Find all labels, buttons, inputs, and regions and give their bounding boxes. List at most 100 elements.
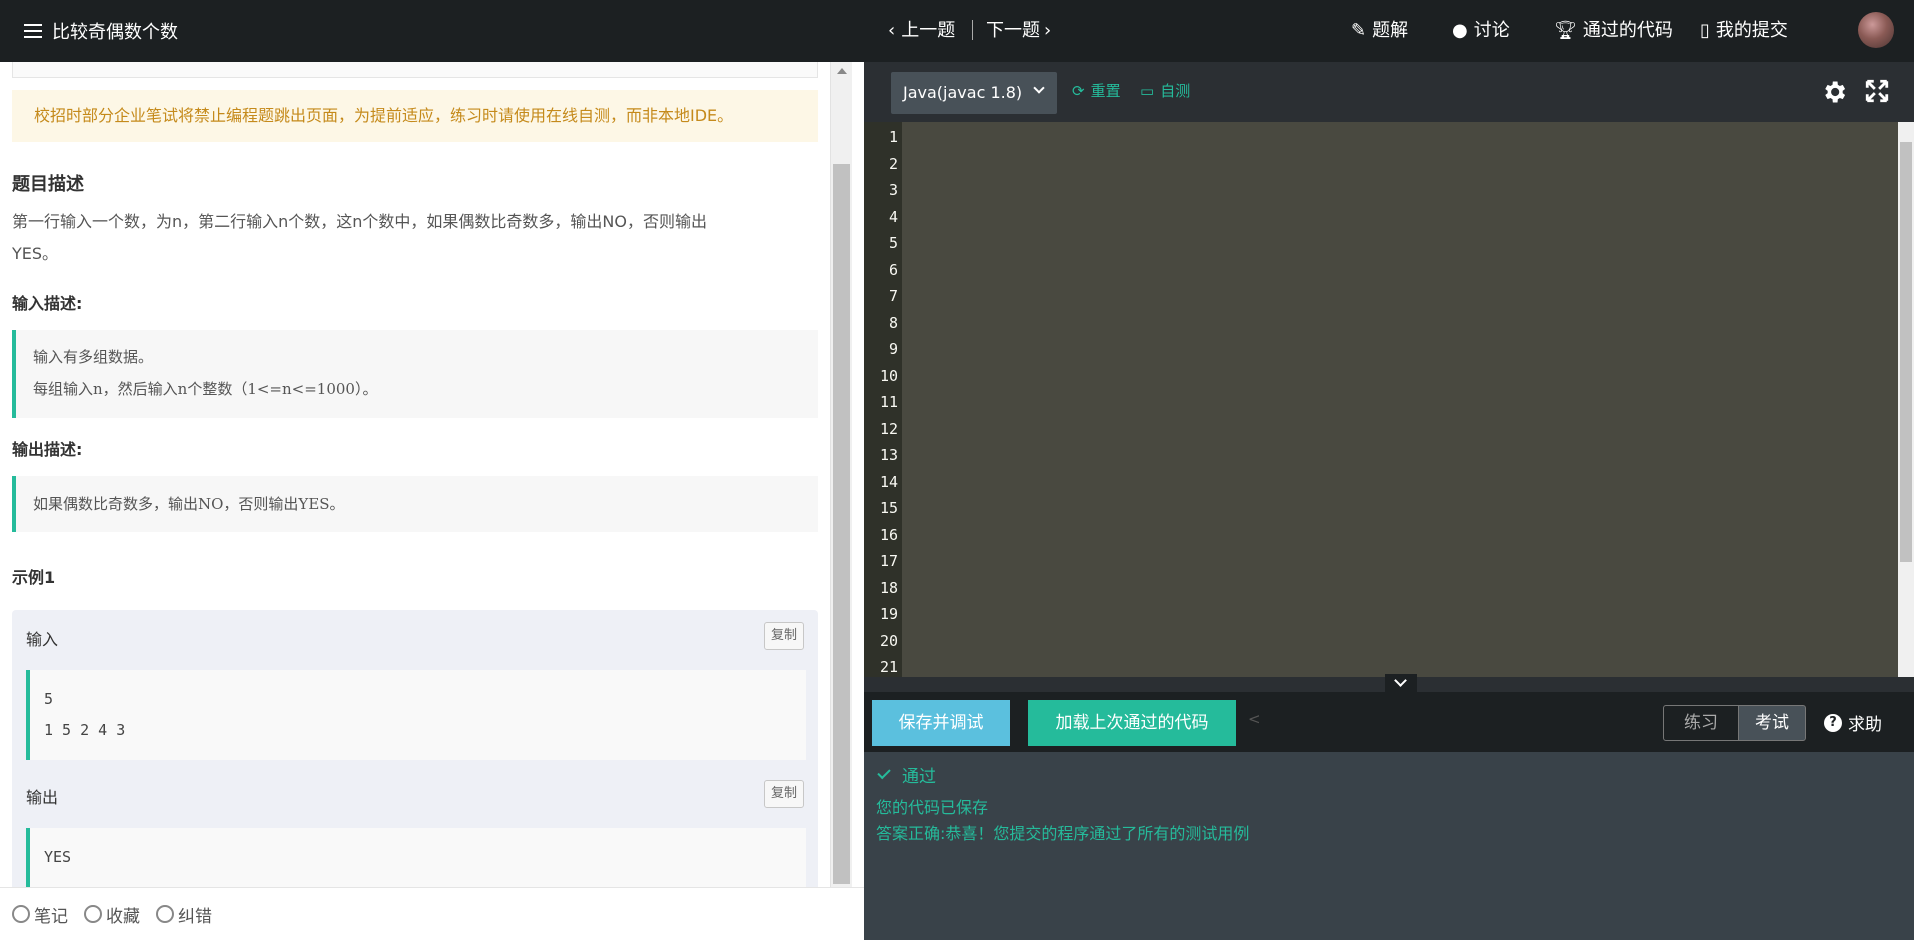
problem-title: 比较奇偶数个数 xyxy=(52,22,178,43)
favorite-button[interactable]: 收藏 xyxy=(84,902,140,927)
line-number: 16 xyxy=(879,525,898,544)
nav-divider xyxy=(972,20,973,40)
line-number: 13 xyxy=(879,446,898,464)
line-number: 6 xyxy=(888,260,898,279)
compass-icon xyxy=(156,905,174,923)
problem-header: 比较奇偶数个数 xyxy=(0,0,864,62)
problem-scrollbar[interactable] xyxy=(830,62,852,887)
note-icon xyxy=(12,905,30,923)
gear-icon[interactable] xyxy=(1820,78,1848,106)
line-number: 15 xyxy=(879,499,898,517)
line-gutter: 1 2 3 4 5 6 7 8 9 10 11 12 13 14 15 16 17 18 19 20 21 xyxy=(864,122,902,677)
example-output-label: 输出 xyxy=(26,788,59,807)
description-line: YES。 xyxy=(12,244,59,263)
output-line: 如果偶数比奇数多，输出NO，否则输出YES。 xyxy=(33,495,345,513)
document-icon: ▯ xyxy=(1700,20,1710,41)
collapse-arrow[interactable]: < xyxy=(1248,710,1261,728)
fullscreen-icon[interactable] xyxy=(1864,78,1890,104)
content-top-strip xyxy=(12,62,818,78)
input-line: 输入有多组数据。 xyxy=(33,348,154,366)
prev-label: 上一题 xyxy=(901,20,956,41)
chevron-down-icon xyxy=(1033,82,1045,94)
language-value: Java(javac 1.8) xyxy=(903,83,1023,102)
passed-code-link[interactable]: 🏆︎ 通过的代码 xyxy=(1554,0,1673,62)
reset-label: 重置 xyxy=(1090,82,1121,100)
exam-mode-tab[interactable]: 考试 xyxy=(1738,705,1806,741)
report-button[interactable]: 纠错 xyxy=(156,902,212,927)
scroll-up-icon[interactable] xyxy=(837,68,847,74)
next-label: 下一题 xyxy=(986,20,1040,41)
solution-link[interactable]: ✎ 题解 xyxy=(1351,0,1408,62)
line-number: 17 xyxy=(879,552,898,570)
chevron-right-icon: › xyxy=(1044,20,1052,41)
reset-button[interactable]: ⟳ 重置 xyxy=(1072,80,1121,101)
example-input-line: 1 5 2 4 3 xyxy=(44,721,126,739)
collapse-toggle-icon[interactable] xyxy=(1385,674,1417,692)
editor-panel: ‹ 上一题 下一题 › ✎ 题解 ● 讨论 🏆︎ 通过的代码 ▯ 我的提交 Ja… xyxy=(864,0,1914,940)
example-output-line: YES xyxy=(44,848,72,866)
action-bar: 保存并调试 加载上次通过的代码 < 练习 考试 ? 求助 xyxy=(864,692,1914,752)
line-number: 1 xyxy=(888,128,898,146)
line-number: 7 xyxy=(888,287,898,305)
chevron-left-icon: ‹ xyxy=(888,20,896,41)
line-number: 21 xyxy=(879,658,898,676)
problem-content[interactable]: 校招时部分企业笔试将禁止编程题跳出页面，为提前适应，练习时请使用在线自测，而非本… xyxy=(0,62,830,887)
example-input-code: 5 1 5 2 4 3 xyxy=(26,670,806,760)
check-icon xyxy=(877,765,891,780)
next-problem-link[interactable]: 下一题 › xyxy=(986,0,1051,62)
pass-label: 通过 xyxy=(902,767,936,787)
example-input-line: 5 xyxy=(44,690,54,708)
avatar[interactable] xyxy=(1858,12,1894,48)
line-number: 10 xyxy=(879,366,898,385)
input-description: 输入有多组数据。 每组输入n，然后输入n个整数（1<=n<=1000）。 xyxy=(12,330,818,418)
example-output-code: YES xyxy=(26,828,806,887)
my-submissions-link[interactable]: ▯ 我的提交 xyxy=(1700,0,1788,62)
question-icon: ? xyxy=(1824,713,1842,732)
load-last-passed-button[interactable]: 加载上次通过的代码 xyxy=(1028,700,1236,746)
line-number: 9 xyxy=(888,340,898,358)
help-label: 求助 xyxy=(1848,715,1882,735)
line-number: 12 xyxy=(879,419,898,438)
favorite-label: 收藏 xyxy=(106,906,140,927)
scrollbar-thumb[interactable] xyxy=(833,164,850,884)
line-number: 2 xyxy=(888,154,898,173)
copy-input-button[interactable]: 复制 xyxy=(764,622,804,650)
monitor-icon: ▭ xyxy=(1140,81,1155,100)
line-number: 11 xyxy=(879,393,898,411)
self-test-button[interactable]: ▭ 自测 xyxy=(1140,80,1190,101)
heart-icon xyxy=(84,905,102,923)
my-submissions-label: 我的提交 xyxy=(1715,20,1788,41)
saved-message: 您的代码已保存 xyxy=(876,798,989,817)
language-select[interactable]: Java(javac 1.8) xyxy=(891,72,1057,114)
report-label: 纠错 xyxy=(178,906,212,927)
note-button[interactable]: 笔记 xyxy=(12,902,68,927)
copy-output-button[interactable]: 复制 xyxy=(764,780,804,808)
example-box: 输入 复制 5 1 5 2 4 3 输出 复制 YES xyxy=(12,610,818,887)
example-heading: 示例1 xyxy=(12,568,56,587)
prev-problem-link[interactable]: ‹ 上一题 xyxy=(888,0,955,62)
help-button[interactable]: ? 求助 xyxy=(1824,710,1882,735)
discuss-link[interactable]: ● 讨论 xyxy=(1452,0,1510,62)
solution-label: 题解 xyxy=(1372,20,1409,41)
line-number: 18 xyxy=(879,578,898,597)
menu-icon[interactable] xyxy=(24,24,42,38)
trophy-icon: 🏆︎ xyxy=(1554,20,1577,41)
description-heading: 题目描述 xyxy=(12,174,84,195)
editor-scrollbar[interactable] xyxy=(1898,122,1914,677)
save-debug-button[interactable]: 保存并调试 xyxy=(872,700,1010,746)
example-input-label: 输入 xyxy=(26,630,59,649)
result-panel: 通过 您的代码已保存 答案正确:恭喜！您提交的程序通过了所有的测试用例 xyxy=(864,752,1914,940)
code-editor[interactable]: 1 2 3 4 5 6 7 8 9 10 11 12 13 14 15 16 17 18 19 20 21 xyxy=(864,122,1914,677)
line-number: 3 xyxy=(888,181,898,199)
description-text: 第一行输入一个数，为n，第二行输入n个数，这n个数中，如果偶数比奇数多，输出NO… xyxy=(12,206,802,270)
output-description: 如果偶数比奇数多，输出NO，否则输出YES。 xyxy=(12,476,818,532)
editor-scrollbar-thumb[interactable] xyxy=(1900,142,1912,562)
practice-mode-tab[interactable]: 练习 xyxy=(1663,705,1739,741)
self-test-label: 自测 xyxy=(1160,82,1191,100)
line-number: 19 xyxy=(879,605,898,623)
refresh-icon: ⟳ xyxy=(1072,81,1085,100)
problem-panel: 比较奇偶数个数 校招时部分企业笔试将禁止编程题跳出页面，为提前适应，练习时请使用… xyxy=(0,0,864,940)
editor-toolbar: Java(javac 1.8) ⟳ 重置 ▭ 自测 xyxy=(864,62,1914,122)
code-area[interactable] xyxy=(902,122,1898,677)
problem-footer: 笔记 收藏 纠错 xyxy=(0,887,864,940)
